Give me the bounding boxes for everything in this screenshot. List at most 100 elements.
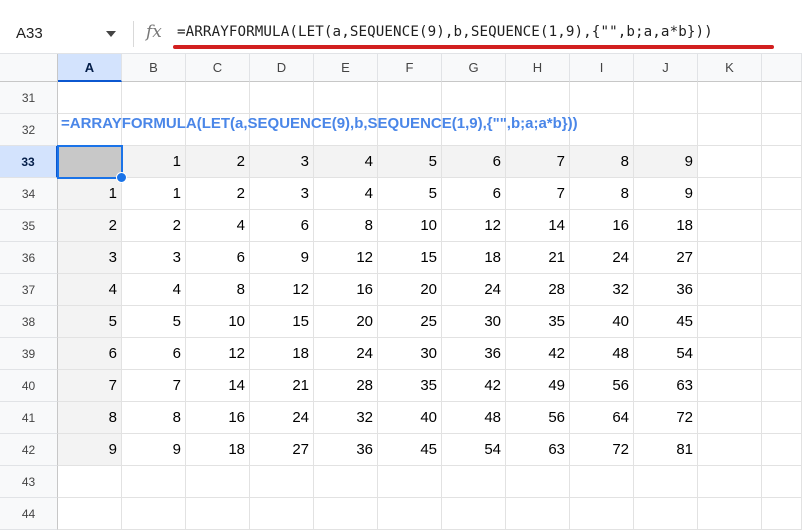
table-cell[interactable]: 30 bbox=[442, 306, 506, 338]
active-cell-a33[interactable] bbox=[58, 146, 122, 178]
fill-handle[interactable] bbox=[116, 172, 127, 183]
cell[interactable] bbox=[506, 82, 570, 114]
table-cell[interactable]: 40 bbox=[378, 402, 442, 434]
table-cell[interactable]: 27 bbox=[634, 242, 698, 274]
column-header-c[interactable]: C bbox=[186, 54, 250, 82]
column-header-g[interactable]: G bbox=[442, 54, 506, 82]
cell[interactable] bbox=[122, 466, 186, 498]
table-cell[interactable]: 28 bbox=[506, 274, 570, 306]
column-header-e[interactable]: E bbox=[314, 54, 378, 82]
cell[interactable] bbox=[762, 82, 802, 114]
cell[interactable] bbox=[698, 370, 762, 402]
cell[interactable] bbox=[506, 466, 570, 498]
table-cell[interactable]: 18 bbox=[250, 338, 314, 370]
table-cell[interactable]: 54 bbox=[442, 434, 506, 466]
table-cell[interactable]: 32 bbox=[314, 402, 378, 434]
table-cell[interactable]: 8 bbox=[58, 402, 122, 434]
cell[interactable] bbox=[698, 466, 762, 498]
table-cell[interactable]: 10 bbox=[378, 210, 442, 242]
cell[interactable] bbox=[122, 498, 186, 530]
table-cell[interactable]: 30 bbox=[378, 338, 442, 370]
table-cell[interactable]: 72 bbox=[634, 402, 698, 434]
table-cell[interactable]: 10 bbox=[186, 306, 250, 338]
column-header-a[interactable]: A bbox=[58, 54, 122, 82]
cell[interactable] bbox=[762, 434, 802, 466]
table-cell[interactable]: 12 bbox=[314, 242, 378, 274]
cell[interactable] bbox=[762, 338, 802, 370]
cell[interactable] bbox=[762, 114, 802, 146]
cell[interactable] bbox=[762, 498, 802, 530]
cell[interactable] bbox=[58, 466, 122, 498]
table-cell[interactable]: 6 bbox=[442, 178, 506, 210]
table-cell[interactable]: 9 bbox=[122, 434, 186, 466]
row-header-36[interactable]: 36 bbox=[0, 242, 58, 274]
table-cell[interactable]: 48 bbox=[442, 402, 506, 434]
table-cell[interactable]: 1 bbox=[122, 146, 186, 178]
table-cell[interactable]: 6 bbox=[442, 146, 506, 178]
cell[interactable] bbox=[250, 82, 314, 114]
table-cell[interactable]: 9 bbox=[634, 178, 698, 210]
row-header-31[interactable]: 31 bbox=[0, 82, 58, 114]
table-cell[interactable]: 12 bbox=[442, 210, 506, 242]
row-header-41[interactable]: 41 bbox=[0, 402, 58, 434]
table-cell[interactable]: 8 bbox=[570, 178, 634, 210]
cell[interactable] bbox=[378, 498, 442, 530]
row-header-42[interactable]: 42 bbox=[0, 434, 58, 466]
table-cell[interactable]: 18 bbox=[442, 242, 506, 274]
cell[interactable] bbox=[698, 498, 762, 530]
table-cell[interactable]: 36 bbox=[634, 274, 698, 306]
table-cell[interactable]: 2 bbox=[186, 146, 250, 178]
table-cell[interactable]: 6 bbox=[122, 338, 186, 370]
row-header-43[interactable]: 43 bbox=[0, 466, 58, 498]
cell[interactable] bbox=[314, 498, 378, 530]
cell[interactable] bbox=[378, 466, 442, 498]
cell[interactable] bbox=[570, 498, 634, 530]
row-header-44[interactable]: 44 bbox=[0, 498, 58, 530]
table-cell[interactable]: 2 bbox=[122, 210, 186, 242]
cell[interactable] bbox=[186, 82, 250, 114]
table-cell[interactable]: 42 bbox=[506, 338, 570, 370]
table-cell[interactable]: 63 bbox=[634, 370, 698, 402]
cell[interactable] bbox=[186, 498, 250, 530]
name-box-dropdown-icon[interactable] bbox=[106, 31, 116, 37]
cell[interactable] bbox=[634, 466, 698, 498]
cell[interactable] bbox=[506, 498, 570, 530]
cell[interactable] bbox=[698, 178, 762, 210]
table-cell[interactable]: 4 bbox=[58, 274, 122, 306]
table-cell[interactable]: 40 bbox=[570, 306, 634, 338]
cell[interactable] bbox=[762, 466, 802, 498]
cell[interactable] bbox=[762, 306, 802, 338]
cell[interactable] bbox=[762, 274, 802, 306]
table-cell[interactable]: 28 bbox=[314, 370, 378, 402]
table-cell[interactable]: 20 bbox=[314, 306, 378, 338]
table-cell[interactable]: 1 bbox=[122, 178, 186, 210]
cell[interactable] bbox=[634, 114, 698, 146]
cell[interactable] bbox=[762, 242, 802, 274]
cell[interactable] bbox=[570, 82, 634, 114]
cell[interactable] bbox=[698, 434, 762, 466]
row-header-34[interactable]: 34 bbox=[0, 178, 58, 210]
row-header-39[interactable]: 39 bbox=[0, 338, 58, 370]
cell[interactable] bbox=[378, 82, 442, 114]
cell[interactable] bbox=[698, 274, 762, 306]
table-cell[interactable]: 64 bbox=[570, 402, 634, 434]
cell[interactable] bbox=[122, 82, 186, 114]
table-cell[interactable]: 18 bbox=[634, 210, 698, 242]
table-cell[interactable]: 49 bbox=[506, 370, 570, 402]
table-cell[interactable]: 35 bbox=[378, 370, 442, 402]
cell[interactable] bbox=[698, 402, 762, 434]
table-cell[interactable]: 9 bbox=[250, 242, 314, 274]
cell[interactable] bbox=[442, 82, 506, 114]
table-cell[interactable]: 7 bbox=[506, 178, 570, 210]
table-cell[interactable]: 35 bbox=[506, 306, 570, 338]
table-cell[interactable]: 5 bbox=[378, 146, 442, 178]
table-cell[interactable]: 8 bbox=[122, 402, 186, 434]
select-all-corner[interactable] bbox=[0, 54, 58, 82]
table-cell[interactable]: 7 bbox=[506, 146, 570, 178]
cell[interactable] bbox=[698, 210, 762, 242]
cell[interactable] bbox=[314, 82, 378, 114]
row-header-37[interactable]: 37 bbox=[0, 274, 58, 306]
table-cell[interactable]: 24 bbox=[250, 402, 314, 434]
table-cell[interactable]: 48 bbox=[570, 338, 634, 370]
column-header-j[interactable]: J bbox=[634, 54, 698, 82]
